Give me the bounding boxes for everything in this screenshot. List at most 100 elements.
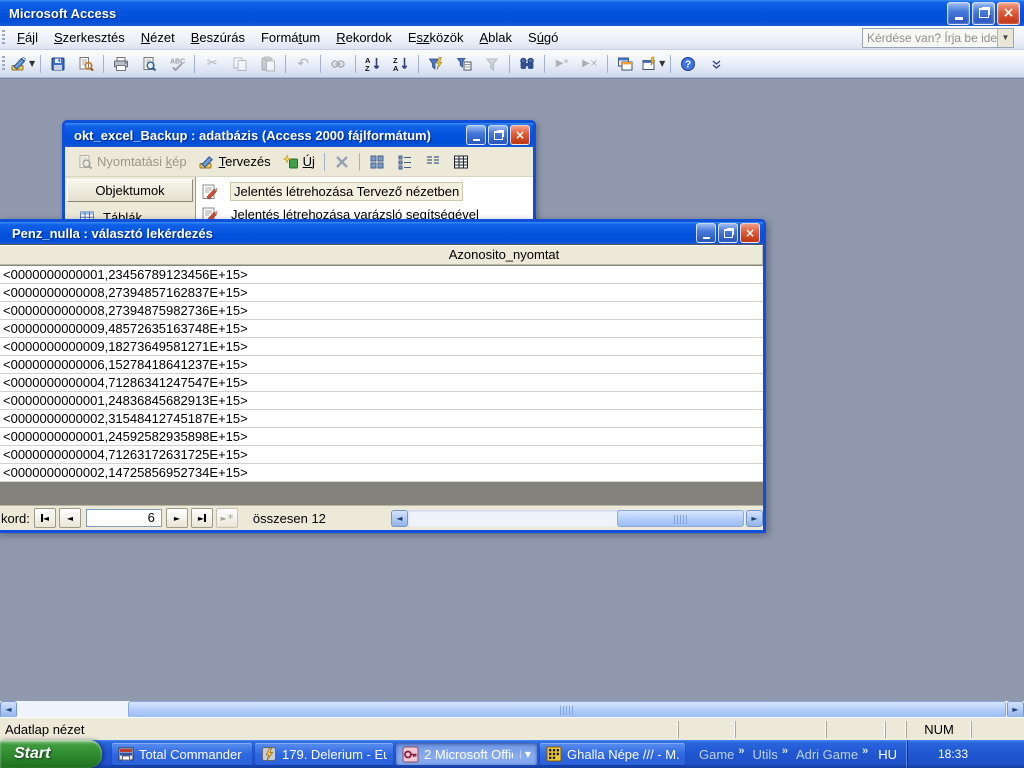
- taskbar-task-2-microsoft-offic[interactable]: 2 Microsoft Offic...▼: [396, 743, 537, 765]
- taskbar-clock: 18:33: [938, 747, 968, 761]
- menu-drag-handle[interactable]: [2, 30, 5, 46]
- chevron-right-icon[interactable]: »: [862, 745, 868, 757]
- tervezes-button[interactable]: Tervezés: [193, 151, 277, 173]
- table-row[interactable]: <0000000000009,18273649581271E+15>: [0, 338, 763, 356]
- toolband-utils[interactable]: Utils»: [753, 747, 788, 762]
- table-row[interactable]: <0000000000004,71263172631725E+15>: [0, 446, 763, 464]
- taskbar-task-total-commander[interactable]: Total Commander ...: [112, 743, 252, 765]
- list-item[interactable]: Jelentés létrehozása Tervező nézetben: [198, 180, 531, 203]
- table-row[interactable]: <0000000000001,24836845682913E+15>: [0, 392, 763, 410]
- chevron-right-icon[interactable]: »: [782, 745, 788, 757]
- view-small-button[interactable]: [391, 151, 419, 173]
- restore-button[interactable]: [972, 2, 995, 25]
- sort-desc-button[interactable]: ZA: [387, 51, 415, 76]
- copy-button[interactable]: [226, 51, 254, 76]
- menu-item-sugo[interactable]: Súgó: [520, 27, 566, 48]
- current-record-input[interactable]: 6: [86, 509, 162, 527]
- sort-asc-button[interactable]: AZ: [359, 51, 387, 76]
- new-object-button[interactable]: ▼: [639, 51, 667, 76]
- table-row[interactable]: <0000000000004,71286341247547E+15>: [0, 374, 763, 392]
- minimize-icon: [473, 139, 480, 141]
- menu-item-ablak[interactable]: Ablak: [471, 27, 520, 48]
- table-row[interactable]: <0000000000001,23456789123456E+15>: [0, 266, 763, 284]
- toolbar-options-button[interactable]: [702, 51, 730, 76]
- next-record-button[interactable]: ►: [166, 508, 188, 528]
- delete-icon: [334, 154, 350, 170]
- cut-button[interactable]: ✂: [198, 51, 226, 76]
- last-record-button[interactable]: ►: [191, 508, 213, 528]
- table-row[interactable]: <0000000000001,24592582935898E+15>: [0, 428, 763, 446]
- table-row[interactable]: <0000000000008,27394875982736E+15>: [0, 302, 763, 320]
- undo-button[interactable]: ↶: [289, 51, 317, 76]
- apply-filter-button[interactable]: [478, 51, 506, 76]
- toolband-adri-game[interactable]: Adri Game»: [796, 747, 868, 762]
- scroll-right-icon[interactable]: ►: [746, 510, 763, 527]
- scroll-left-icon[interactable]: ◄: [0, 701, 17, 718]
- start-button[interactable]: Start: [0, 740, 102, 768]
- new-object-icon: [641, 56, 657, 72]
- chevron-right-icon[interactable]: »: [738, 745, 744, 757]
- print-preview-button[interactable]: [135, 51, 163, 76]
- menu-item-beszuras[interactable]: Beszúrás: [183, 27, 253, 48]
- db-maximize-button[interactable]: [488, 125, 508, 145]
- previous-record-button[interactable]: ◄: [59, 508, 81, 528]
- db-close-button[interactable]: ×: [510, 125, 530, 145]
- spelling-button[interactable]: ABC: [163, 51, 191, 76]
- table-row[interactable]: <0000000000009,48572635163748E+15>: [0, 320, 763, 338]
- print-button[interactable]: [107, 51, 135, 76]
- query-minimize-button[interactable]: [696, 223, 716, 243]
- db-minimize-button[interactable]: [466, 125, 486, 145]
- query-maximize-button[interactable]: [718, 223, 738, 243]
- filter-selection-button[interactable]: [422, 51, 450, 76]
- minimize-button[interactable]: [947, 2, 970, 25]
- file-search-button[interactable]: [72, 51, 100, 76]
- menu-item-formatum[interactable]: Formátum: [253, 27, 328, 48]
- find-button[interactable]: [513, 51, 541, 76]
- uj-button[interactable]: Új: [277, 151, 321, 173]
- help-button[interactable]: ?: [674, 51, 702, 76]
- delete-record-button[interactable]: ▶×: [576, 51, 604, 76]
- nyomtatasi-kep-button[interactable]: Nyomtatási kép: [71, 151, 193, 173]
- close-button[interactable]: ×: [997, 2, 1020, 25]
- objects-header-button[interactable]: Objektumok: [67, 179, 193, 202]
- new-record-button[interactable]: ►*: [216, 508, 238, 528]
- language-indicator[interactable]: HU: [878, 747, 897, 762]
- query-window-titlebar[interactable]: Penz_nulla : választó lekérdezés ×: [0, 222, 763, 244]
- scrollbar-thumb[interactable]: [617, 510, 744, 527]
- scrollbar-track[interactable]: [408, 510, 746, 527]
- menu-item-eszkozok[interactable]: Eszközök: [400, 27, 472, 48]
- table-row[interactable]: <0000000000002,14725856952734E+15>: [0, 464, 763, 482]
- first-record-button[interactable]: ◄: [34, 508, 56, 528]
- table-row[interactable]: <0000000000002,31548412745187E+15>: [0, 410, 763, 428]
- scrollbar-thumb[interactable]: [128, 701, 1006, 718]
- database-window-titlebar[interactable]: okt_excel_Backup : adatbázis (Access 200…: [65, 123, 533, 147]
- paste-button[interactable]: [254, 51, 282, 76]
- view-design-button[interactable]: ▼: [9, 51, 37, 76]
- view-details-button[interactable]: [447, 151, 475, 173]
- help-question-box[interactable]: Kérdése van? Írja be ide. ▼: [862, 28, 1014, 48]
- scroll-left-icon[interactable]: ◄: [391, 510, 408, 527]
- table-row[interactable]: <0000000000008,27394857162837E+15>: [0, 284, 763, 302]
- save-button[interactable]: [44, 51, 72, 76]
- menu-item-rekordok[interactable]: Rekordok: [328, 27, 400, 48]
- toolband-game[interactable]: Game»: [699, 747, 745, 762]
- chevron-down-icon[interactable]: ▼: [997, 29, 1013, 47]
- menu-item-fajl[interactable]: Fájl: [9, 27, 46, 48]
- query-close-button[interactable]: ×: [740, 223, 760, 243]
- taskbar-task-179-delerium-eu[interactable]: 179. Delerium - Eu...: [255, 743, 393, 765]
- database-window-button[interactable]: [611, 51, 639, 76]
- hyperlink-button[interactable]: [324, 51, 352, 76]
- view-list-button[interactable]: [419, 151, 447, 173]
- menu-item-nezet[interactable]: Nézet: [133, 27, 183, 48]
- chevron-down-icon[interactable]: ▼: [520, 750, 531, 759]
- new-record-button[interactable]: ▶*: [548, 51, 576, 76]
- view-large-button[interactable]: [363, 151, 391, 173]
- menu-item-szerkesztes[interactable]: Szerkesztés: [46, 27, 133, 48]
- filter-form-button[interactable]: [450, 51, 478, 76]
- toolbar-drag-handle[interactable]: [2, 56, 5, 72]
- table-row[interactable]: <0000000000006,15278418641237E+15>: [0, 356, 763, 374]
- column-header[interactable]: Azonosito_nyomtat: [0, 245, 763, 266]
- taskbar-task-ghalla-nepe-m[interactable]: Ghalla Népe /// - M...: [540, 743, 685, 765]
- scroll-right-icon[interactable]: ►: [1007, 701, 1024, 718]
- delete-button[interactable]: [328, 151, 356, 173]
